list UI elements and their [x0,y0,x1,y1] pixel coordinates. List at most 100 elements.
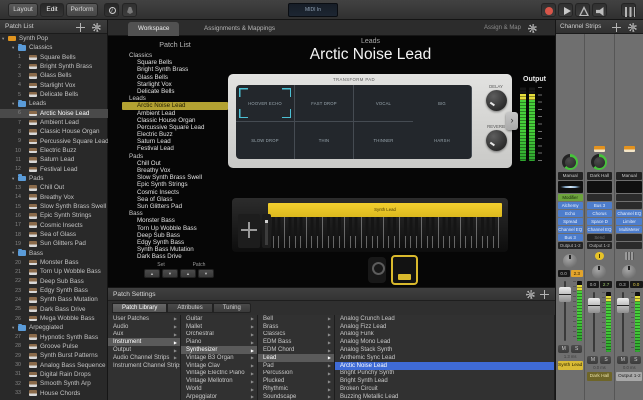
transform-pad-cell[interactable]: HOOVER ECHO [236,85,295,122]
info-button[interactable]: i [104,3,119,17]
audio-fx-slot[interactable]: MultiMeter [616,226,642,233]
tab-workspace[interactable]: Workspace [128,22,179,36]
channel-strips-gear-icon[interactable] [628,23,637,32]
patch-down-button[interactable]: ▼ [198,269,214,278]
workspace-patch-row[interactable]: Percussive Square Lead [122,124,228,131]
browser-item[interactable]: Audio Channel Strips ▶ [108,354,180,362]
add-channel-strip-button[interactable] [612,23,621,32]
patch-list-row[interactable]: ▾ Pads [0,174,108,183]
audio-fx-slot[interactable]: Echo [558,210,583,217]
patch-list-row[interactable]: 23 Edgy Synth Bass [0,286,108,295]
patch-list-row[interactable]: 31 Digital Rain Drops [0,370,108,379]
patch-list-row[interactable]: 7 Ambient Lead [0,118,108,127]
patch-list-row[interactable]: ▾ Bass [0,249,108,258]
workspace-patch-row[interactable]: Square Bells [122,59,228,66]
browser-item[interactable]: Analog Stack Synth [335,346,554,354]
patch-list-row[interactable]: 19 Sun Glitters Pad [0,239,108,248]
audio-fx-slot[interactable]: Channel EQ [587,226,612,233]
patch-list-row[interactable]: 17 Cosmic Insects [0,221,108,230]
transform-pad-cell[interactable]: THINNER [354,122,413,159]
workspace-patch-row[interactable]: Cosmic Insects [122,189,228,196]
browser-item[interactable]: World ▶ [181,385,257,393]
workspace-patch-row[interactable]: Classics [122,52,228,59]
browser-item[interactable]: Vintage Clav ▶ [181,362,257,370]
solo-button[interactable]: S [600,356,611,364]
channel-strip-name[interactable]: Output 1-2 [616,372,642,381]
patch-list-row[interactable]: 20 Monster Bass [0,258,108,267]
workspace-patch-row[interactable]: Leads [122,95,228,102]
workspace-patch-row[interactable]: Ambient Lead [122,110,228,117]
patch-list-row[interactable]: 32 Smooth Synth Arp [0,379,108,388]
browser-item[interactable]: Classics ▶ [258,331,334,339]
patch-settings-add-icon[interactable] [540,290,549,299]
patch-list-row[interactable]: 28 Groove Pulse [0,342,108,351]
volume-fader[interactable] [588,298,600,313]
send-slot[interactable]: Bus 3 [558,234,583,241]
browser-item[interactable]: Percussion ▶ [258,370,334,378]
workspace-patch-row[interactable]: Slow Synth Brass Swell [122,174,228,181]
browser-item[interactable]: Bell ▶ [258,315,334,323]
midi-fx-slot[interactable] [616,194,642,201]
patch-settings-tab[interactable]: Tuning [213,303,251,313]
patch-list-row[interactable]: 27 Hypnotic Synth Bass [0,333,108,342]
patch-list-gear-icon[interactable] [92,23,101,32]
workspace-patch-row[interactable]: Epic Synth Strings [122,181,228,188]
patch-list-row[interactable]: ▾ Classics [0,43,108,52]
send-slot[interactable]: Send [587,234,612,241]
perform-button[interactable]: Perform [66,3,98,17]
patch-list-row[interactable]: 24 Synth Bass Mutation [0,295,108,304]
sustain-pedal[interactable] [391,255,418,285]
workspace-patch-row[interactable]: Chill Out [122,160,228,167]
patch-list-row[interactable]: 22 Deep Sub Bass [0,277,108,286]
browser-item[interactable]: Bright Synth Lead [335,377,554,385]
audio-fx-slot[interactable]: Limiter [616,218,642,225]
patch-list-row[interactable]: 1 Square Bells [0,53,108,62]
eq-thumbnail[interactable] [616,181,642,193]
mute-button[interactable]: M [617,356,628,364]
solo-button[interactable]: S [571,345,582,353]
edit-button[interactable]: Edit [40,3,64,17]
browser-item[interactable]: Instrument Channel Strips ▶ [108,362,180,370]
patch-settings-gear-icon[interactable] [526,290,535,299]
tab-assignments-mappings[interactable]: Assignments & Mappings [194,22,285,36]
workspace-patch-row[interactable]: Monster Bass [122,217,228,224]
patch-list-row[interactable]: 9 Percussive Square Lead [0,137,108,146]
expression-pedal[interactable] [368,257,386,283]
workspace-patch-row[interactable]: Arctic Noise Lead [122,102,228,109]
browser-item[interactable]: Broken Circuit [335,385,554,393]
setting-button[interactable]: Manual [616,172,642,180]
browser-item[interactable]: Rhythmic ▶ [258,385,334,393]
browser-item[interactable]: Vintage Electric Piano ▶ [181,370,257,378]
workspace-patch-row[interactable]: Breathy Vox [122,167,228,174]
channel-strip-name[interactable]: Dark Hall [587,372,612,381]
workspace-patch-row[interactable]: Bright Synth Brass [122,66,228,73]
pan-knob[interactable] [592,265,606,279]
browser-item[interactable]: Vintage B3 Organ ▶ [181,354,257,362]
record-button[interactable] [541,3,556,17]
workspace-patch-row[interactable]: Bass [122,210,228,217]
browser-item[interactable]: Orchestral ▶ [181,331,257,339]
patch-list-row[interactable]: 29 Synth Burst Patterns [0,351,108,360]
workspace-patch-row[interactable]: Deep Sub Bass [122,232,228,239]
patch-list-row[interactable]: 26 Mega Wobble Bass [0,314,108,323]
output-slot[interactable] [616,242,642,249]
compressor-knob[interactable] [562,154,578,170]
reverb-knob[interactable] [486,130,507,151]
patch-list-row[interactable]: ▾ Synth Pop [0,34,108,43]
edit-mode-button[interactable] [122,3,137,17]
pan-knob[interactable] [563,254,577,268]
patch-list-row[interactable]: ▾ Arpeggiated [0,323,108,332]
browser-item[interactable]: Brass ▶ [258,323,334,331]
mod-wheel[interactable] [262,214,271,248]
transform-pad-cell[interactable]: THIN [295,122,354,159]
browser-item[interactable]: Pad ▶ [258,362,334,370]
solo-button[interactable]: S [630,356,641,364]
workspace-patch-row[interactable]: Synth Bass Mutation [122,246,228,253]
input-slot[interactable] [616,202,642,209]
workspace-patch-row[interactable]: Starlight Vox [122,81,228,88]
patch-list-row[interactable]: 30 Analog Bass Sequence [0,360,108,369]
workspace-patch-row[interactable]: Sun Glitters Pad [122,203,228,210]
workspace-patch-row[interactable]: Edgy Synth Bass [122,239,228,246]
browser-item[interactable]: Piano ▶ [181,338,257,346]
workspace-patch-row[interactable]: Delicate Bells [122,88,228,95]
